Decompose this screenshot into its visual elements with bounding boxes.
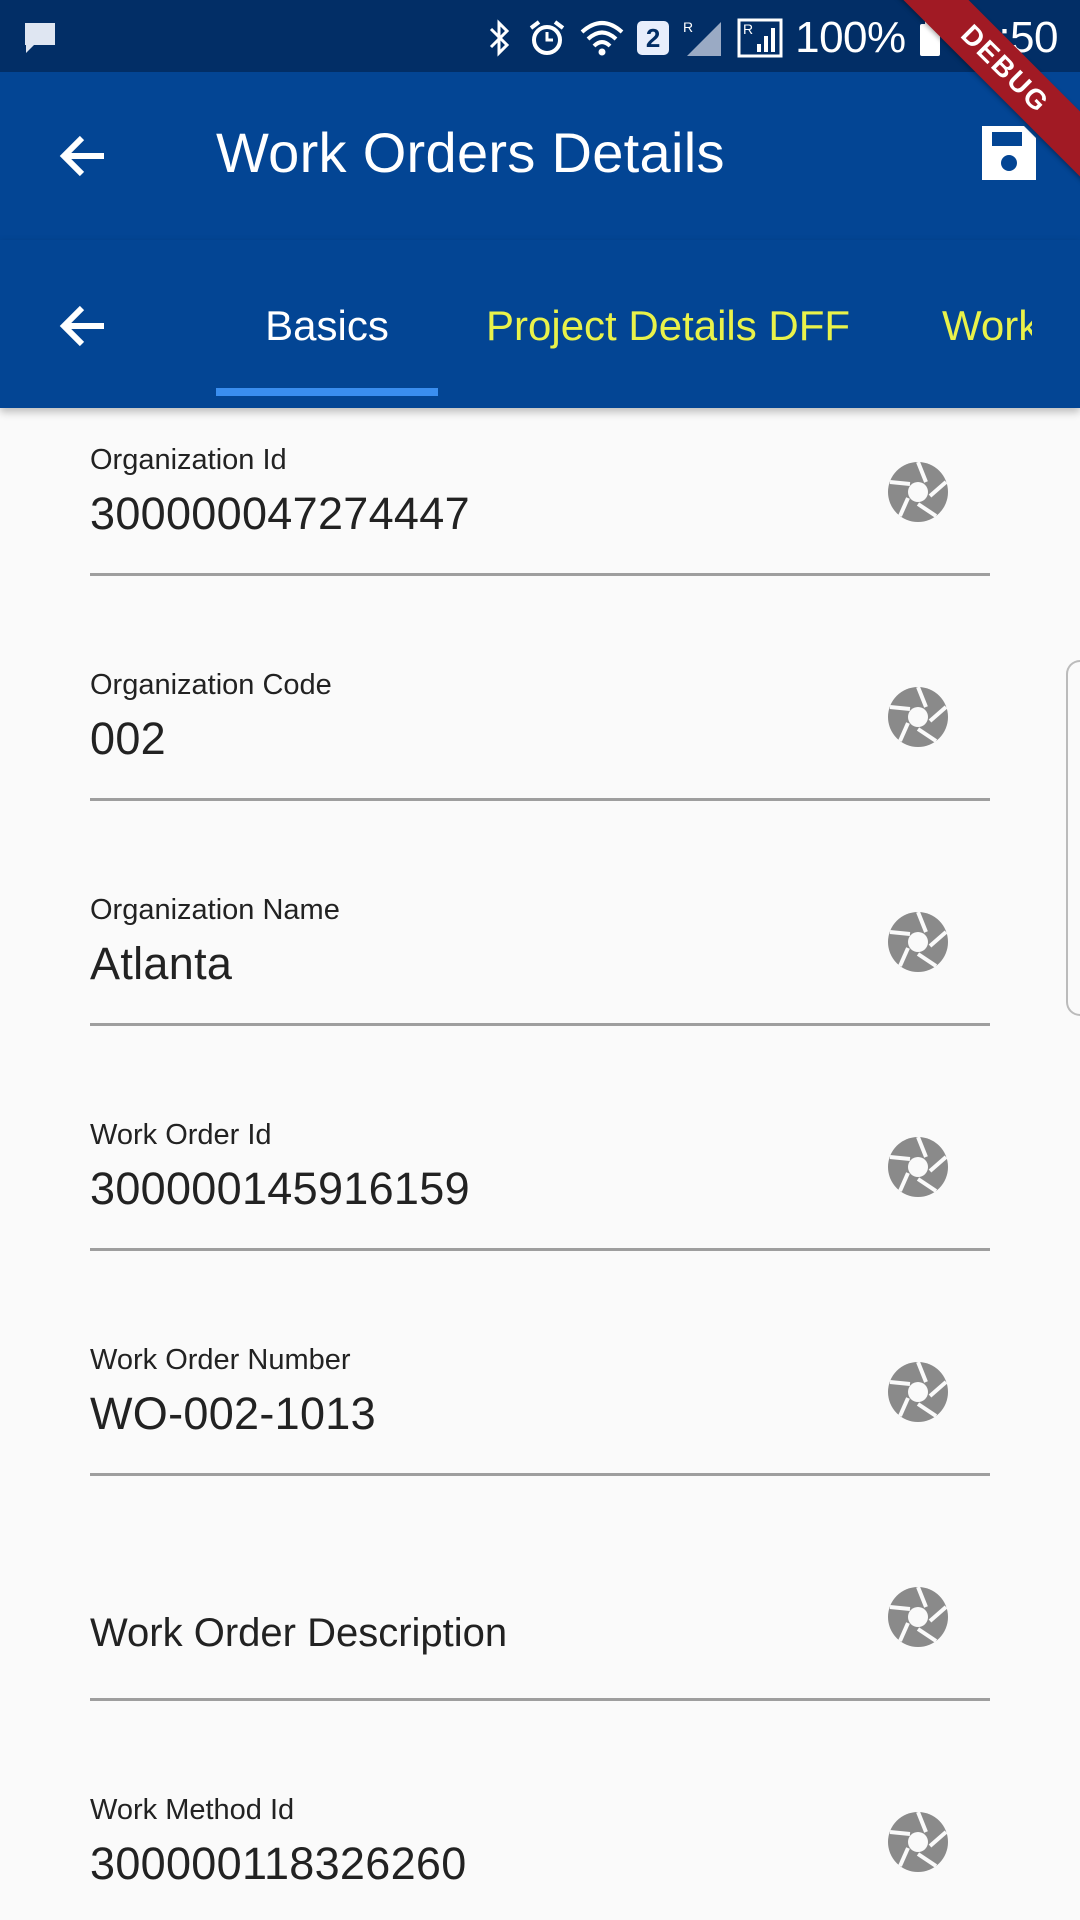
alarm-icon [529,20,565,55]
camera-shutter-icon[interactable] [886,685,950,749]
message-notification-icon [25,23,55,53]
tab-project-details-dff[interactable]: Project Details DFF [486,296,850,356]
sim-badge: 2 [637,21,670,55]
field-work-order-number[interactable]: Work Order Number WO-002-1013 [90,1308,990,1476]
page-title: Work Orders Details [216,121,725,184]
field-value[interactable]: WO-002-1013 [90,1388,376,1440]
camera-shutter-icon[interactable] [886,910,950,974]
camera-shutter-icon[interactable] [886,1810,950,1874]
tab-work[interactable]: Work [942,296,1039,356]
field-work-order-id[interactable]: Work Order Id 300000145916159 [90,1083,990,1251]
signal-icon-1: R [683,19,722,56]
field-value[interactable]: 300000047274447 [90,488,470,540]
field-underline [90,1248,990,1251]
field-organization-name[interactable]: Organization Name Atlanta [90,858,990,1026]
field-underline [90,573,990,576]
signal-icon-2: R [737,18,783,58]
field-underline [90,1698,990,1701]
field-underline [90,1023,990,1026]
field-placeholder[interactable]: Work Order Description [90,1611,507,1656]
camera-shutter-icon[interactable] [886,1135,950,1199]
app-bar: Work Orders Details [0,72,1080,240]
battery-percent: 100% [795,13,906,62]
field-label: Organization Code [90,669,332,701]
tab-basics[interactable]: Basics [216,296,438,356]
field-underline [90,1473,990,1476]
field-work-method-id[interactable]: Work Method Id 300000118326260 [90,1758,990,1920]
tab-bar: Basics Project Details DFF Work [0,240,1080,408]
field-underline [90,798,990,801]
sim-r-label-2: R [743,21,753,37]
field-label: Organization Name [90,894,340,926]
field-label: Work Order Id [90,1119,272,1151]
wifi-icon [580,21,624,56]
field-label: Work Method Id [90,1794,295,1826]
field-value[interactable]: 002 [90,713,166,765]
field-value[interactable]: 300000118326260 [90,1838,467,1890]
bluetooth-icon [490,19,510,57]
tab-back-arrow-icon[interactable] [54,296,114,356]
field-label: Organization Id [90,444,287,476]
camera-shutter-icon[interactable] [886,1360,950,1424]
edge-panel-handle[interactable] [1066,660,1080,1016]
field-value[interactable]: 300000145916159 [90,1163,470,1215]
field-organization-code[interactable]: Organization Code 002 [90,633,990,801]
field-value[interactable]: Atlanta [90,938,232,990]
field-label: Work Order Number [90,1344,351,1376]
tab-indicator [216,388,438,396]
camera-shutter-icon[interactable] [886,460,950,524]
camera-shutter-icon[interactable] [886,1585,950,1649]
save-icon[interactable] [978,122,1040,184]
field-work-order-description[interactable]: Work Order Description [90,1533,990,1701]
back-arrow-icon[interactable] [54,126,114,186]
field-organization-id[interactable]: Organization Id 300000047274447 [90,408,990,576]
sim-r-label-1: R [683,19,693,35]
tab-overflow-mask [1032,240,1080,408]
